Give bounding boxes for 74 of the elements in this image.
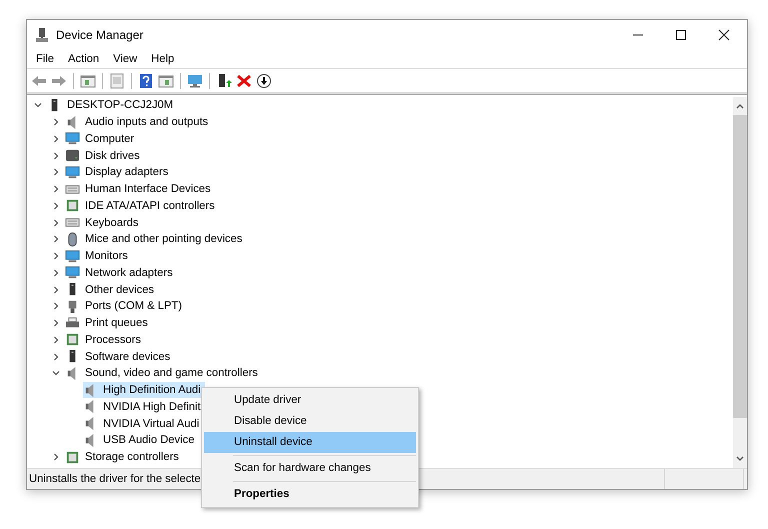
properties-icon[interactable] (109, 72, 125, 88)
chevron-right-icon[interactable] (52, 252, 60, 260)
chip-icon (65, 450, 80, 465)
context-menu-item[interactable]: Update driver (204, 390, 416, 411)
monitor-icon (65, 248, 80, 264)
tree-item[interactable]: Other devices (65, 282, 158, 298)
tree-item[interactable]: Network adapters (65, 264, 177, 281)
chip-icon (65, 332, 80, 348)
window-icon[interactable] (80, 72, 96, 88)
computer-icon (34, 26, 50, 42)
scroll-down-icon[interactable] (736, 456, 744, 462)
tree-item[interactable]: High Definition Audi (83, 382, 205, 398)
window-title: Device Manager (56, 28, 144, 42)
tree-item[interactable]: Storage controllers (65, 449, 183, 466)
context-menu-item[interactable]: Properties (204, 484, 416, 505)
menu-item[interactable]: View (113, 52, 138, 64)
chevron-right-icon[interactable] (52, 302, 60, 310)
tree-item[interactable]: Computer (65, 130, 138, 147)
chevron-right-icon[interactable] (52, 202, 60, 210)
chevron-right-icon[interactable] (52, 286, 60, 294)
chevron-right-icon[interactable] (52, 453, 60, 462)
maximize-icon[interactable] (675, 28, 687, 40)
drive-icon (65, 148, 80, 164)
chevron-right-icon[interactable] (52, 336, 60, 344)
tree-item[interactable]: Software devices (65, 348, 174, 365)
chevron-right-icon[interactable] (52, 268, 60, 277)
context-menu-item[interactable]: Disable device (204, 411, 416, 432)
scrollbar[interactable] (733, 97, 747, 468)
tree-item[interactable]: Print queues (65, 315, 152, 332)
chevron-right-icon[interactable] (52, 185, 60, 194)
tree-item[interactable]: Ports (COM & LPT) (65, 298, 186, 314)
tree-item[interactable]: Monitors (65, 248, 132, 264)
tree-item[interactable]: Keyboards (65, 214, 142, 231)
scroll-up-icon[interactable] (736, 103, 744, 109)
context-menu-item[interactable]: Scan for hardware changes (204, 458, 416, 479)
menu-item[interactable]: Action (68, 52, 100, 64)
chevron-right-icon[interactable] (52, 218, 60, 227)
tree-item[interactable]: Processors (65, 332, 145, 348)
help-icon[interactable] (138, 72, 154, 88)
tree-item[interactable]: Sound, video and game controllers (65, 365, 262, 382)
tree-item[interactable]: USB Audio Device (83, 432, 198, 448)
tree-item[interactable]: DESKTOP-CCJ2J0M (47, 97, 178, 114)
device-add-icon[interactable] (216, 72, 232, 88)
tree-item[interactable]: Display adapters (65, 164, 172, 180)
tree-item[interactable]: Mice and other pointing devices (65, 231, 246, 248)
window-icon[interactable] (158, 72, 174, 88)
scroll-thumb[interactable] (733, 115, 747, 418)
chevron-right-icon[interactable] (52, 168, 60, 176)
tree-item[interactable]: Disk drives (65, 148, 144, 164)
menu-item[interactable]: Help (151, 52, 174, 64)
context-menu-item[interactable]: Uninstall device (204, 432, 416, 453)
monitor-icon (65, 265, 80, 280)
tree-item[interactable]: Audio inputs and outputs (65, 114, 212, 130)
download-icon[interactable] (256, 72, 272, 88)
chevron-right-icon[interactable] (52, 152, 60, 160)
chevron-right-icon[interactable] (52, 319, 60, 328)
chevron-down-icon[interactable] (52, 369, 60, 378)
tree-item[interactable]: NVIDIA High Definit (83, 398, 205, 415)
chevron-down-icon[interactable] (34, 101, 42, 110)
status-text: Uninstalls the driver for the selecte (29, 473, 201, 485)
monitor-icon[interactable] (187, 72, 203, 88)
tree-item[interactable]: NVIDIA Virtual Audi (83, 416, 204, 432)
chevron-right-icon[interactable] (52, 352, 60, 361)
tree-item[interactable]: Human Interface Devices (65, 181, 215, 198)
delete-icon[interactable] (236, 72, 252, 88)
close-icon[interactable] (718, 28, 730, 40)
chevron-right-icon[interactable] (52, 118, 60, 126)
monitor-icon (65, 131, 80, 146)
menu-item[interactable]: File (36, 52, 54, 64)
tree-item[interactable]: IDE ATA/ATAPI controllers (65, 198, 219, 214)
chip-icon (65, 198, 80, 214)
chevron-right-icon[interactable] (52, 235, 60, 244)
chevron-right-icon[interactable] (52, 134, 60, 143)
monitor-icon (65, 164, 80, 180)
